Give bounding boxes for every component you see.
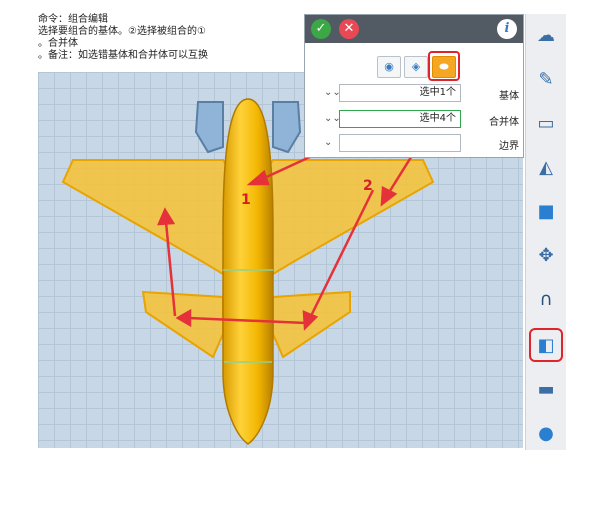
cube-icon[interactable]: ■: [529, 194, 563, 228]
sphere-icon[interactable]: ●: [529, 416, 563, 450]
fuselage[interactable]: [222, 98, 274, 445]
left-canard[interactable]: [194, 101, 224, 154]
cancel-button[interactable]: ✕: [339, 19, 359, 39]
tool-sidebar: ☁ ✎ ▭ ◭ ■ ✥ ∩ ◧ ▬ ●: [525, 14, 566, 450]
command-hint: 命令：组合编辑 ①选择要组合的基体。②选择被组合的 合并体。 备注：如选错基体和…: [38, 14, 260, 62]
sketch-icon[interactable]: ☁: [529, 18, 563, 52]
hint-line-4: 备注：如选错基体和合并体可以互换。: [38, 50, 208, 61]
subtract-icon[interactable]: ◈: [404, 56, 428, 78]
base-body-label: 基体: [499, 91, 519, 102]
step-2-marker: 2: [363, 178, 373, 194]
base-body-field[interactable]: 选中1个: [339, 84, 461, 102]
boundary-field[interactable]: [339, 134, 461, 152]
combine-panel: ✓ ✕ i ◉ ◈ ⬬ ⌄⌄ 选中1个 基体 ⌄⌄ 选中4个 合并体 ⌄ 边界: [304, 14, 524, 158]
info-icon[interactable]: i: [497, 19, 517, 39]
plane-icon[interactable]: ▭: [529, 106, 563, 140]
draw-icon[interactable]: ✎: [529, 62, 563, 96]
combine-icon[interactable]: ◧: [529, 328, 563, 362]
merge-body-label: 合并体: [489, 117, 519, 128]
right-wing[interactable]: [267, 159, 435, 279]
magnet-icon[interactable]: ∩: [529, 282, 563, 316]
step-1-marker: 1: [241, 192, 251, 208]
confirm-button[interactable]: ✓: [311, 19, 331, 39]
hint-line-2: ①选择要组合的基体。②选择被组合的: [38, 26, 206, 37]
hint-line-3: 合并体。: [38, 38, 78, 49]
panel-header: ✓ ✕ i: [305, 15, 523, 43]
intersect-icon[interactable]: ◉: [377, 56, 401, 78]
extrude-icon[interactable]: ◭: [529, 150, 563, 184]
watermark: http://www.cxsw3d.com: [132, 497, 288, 512]
right-tail[interactable]: [272, 290, 351, 359]
hint-line-1: 命令：组合编辑: [38, 14, 108, 25]
measure-icon[interactable]: ▬: [529, 372, 563, 406]
left-tail[interactable]: [141, 290, 224, 359]
move-icon[interactable]: ✥: [529, 238, 563, 272]
union-highlight: [428, 51, 460, 81]
chevron-down-icon[interactable]: ⌄: [324, 137, 332, 148]
right-canard[interactable]: [272, 101, 302, 154]
boundary-label: 边界: [499, 141, 519, 152]
merge-body-field[interactable]: 选中4个: [339, 110, 461, 128]
left-wing[interactable]: [61, 159, 229, 279]
